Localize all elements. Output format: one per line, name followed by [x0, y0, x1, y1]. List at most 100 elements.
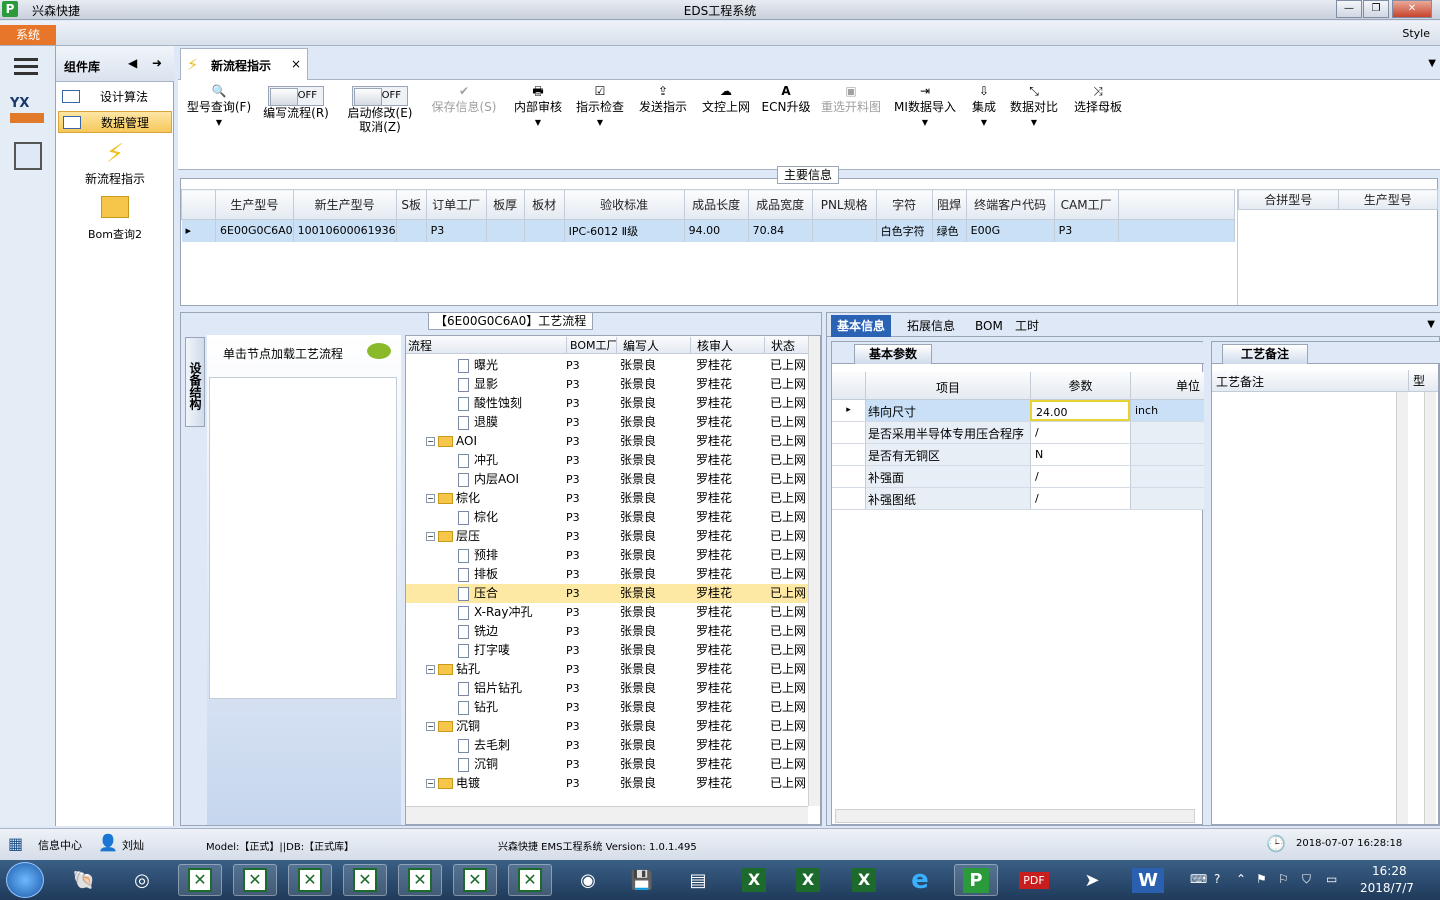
toggle-switch[interactable]: OFF [352, 86, 408, 106]
tray-help-icon[interactable]: ? [1214, 872, 1220, 886]
maximize-button[interactable]: ❐ [1363, 0, 1389, 18]
chevron-left-icon[interactable]: ◀ [128, 56, 137, 70]
param-value-field[interactable]: 24.00 [1030, 400, 1130, 421]
param-value-field[interactable]: / [1030, 466, 1130, 487]
ecn-upgrade-button[interactable]: A ECN升级 [760, 82, 812, 114]
column-header[interactable]: 合拼型号 [1238, 189, 1339, 210]
vertical-scrollbar[interactable] [1396, 392, 1408, 824]
tree-row[interactable]: − 层压 P3 张景良 罗桂花 已上网 [406, 527, 808, 546]
cell[interactable]: P3 [426, 219, 487, 242]
column-header[interactable]: CAM工厂 [1053, 189, 1119, 220]
close-button[interactable]: ✕ [1392, 0, 1432, 18]
cell[interactable] [486, 219, 525, 242]
excel-app-icon[interactable]: X [842, 864, 886, 896]
column-header[interactable]: 编写人 [616, 337, 659, 354]
messenger-icon[interactable]: ➤ [1070, 864, 1114, 896]
column-header[interactable]: 生产型号 [1337, 189, 1438, 210]
style-menu[interactable]: Style [1402, 27, 1430, 40]
tree-row[interactable]: 钻孔 P3 张景良 罗桂花 已上网 [406, 698, 808, 717]
collapse-icon[interactable]: − [426, 779, 435, 788]
data-compare-button[interactable]: ⤡ 数据对比 ▼ [1008, 82, 1060, 132]
column-header[interactable]: PNL规格 [811, 189, 877, 220]
tree-row[interactable]: X-Ray冲孔 P3 张景良 罗桂花 已上网 [406, 603, 808, 622]
tree-row[interactable]: 沉铜 P3 张景良 罗桂花 已上网 [406, 755, 808, 774]
edit-process-toggle[interactable]: OFF 编写流程(R) [260, 82, 332, 120]
tree-row[interactable]: − AOI P3 张景良 罗桂花 已上网 [406, 432, 808, 451]
column-header[interactable]: 工艺备注 [1216, 373, 1264, 390]
table-row[interactable]: ▸ 6E00G0C6A0 10010600061936 P3 IPC-6012 … [181, 219, 1236, 242]
excel-window-icon[interactable]: ✕ [233, 864, 277, 896]
collapse-icon[interactable]: − [426, 532, 435, 541]
vertical-scrollbar[interactable] [1424, 392, 1436, 824]
tree-row[interactable]: 去毛刺 P3 张景良 罗桂花 已上网 [406, 736, 808, 755]
launcher-new-process[interactable]: ⚡ 新流程指示 [70, 138, 160, 187]
tray-flag-icon[interactable]: ⚑ [1256, 872, 1267, 886]
param-row[interactable]: 是否有无铜区 N [832, 444, 1204, 466]
tree-row[interactable]: 曝光 P3 张景良 罗桂花 已上网 [406, 356, 808, 375]
tab-close-icon[interactable]: × [291, 57, 301, 71]
integrate-button[interactable]: ⇩ 集成 ▼ [966, 82, 1002, 132]
calculator-icon[interactable] [14, 142, 42, 170]
param-row[interactable]: 补强面 / [832, 466, 1204, 488]
param-value-field[interactable]: N [1030, 444, 1130, 465]
eds-app-icon[interactable]: P [954, 864, 998, 896]
tray-time[interactable]: 16:28 [1372, 864, 1407, 878]
column-header[interactable]: 字符 [875, 189, 933, 220]
excel-window-icon[interactable]: ✕ [178, 864, 222, 896]
tree-row[interactable]: 棕化 P3 张景良 罗桂花 已上网 [406, 508, 808, 527]
excel-window-icon[interactable]: ✕ [288, 864, 332, 896]
tree-row[interactable]: 显影 P3 张景良 罗桂花 已上网 [406, 375, 808, 394]
basic-params-title[interactable]: 基本参数 [854, 344, 932, 364]
select-motherboard-button[interactable]: ⤨ 选择母板 [1070, 82, 1126, 114]
column-header[interactable]: 阻焊 [931, 189, 967, 220]
media-app-icon[interactable]: ◎ [120, 864, 164, 896]
param-row[interactable]: ▸ 纬向尺寸 24.00 inch [832, 400, 1204, 422]
tree-row[interactable]: 铣边 P3 张景良 罗桂花 已上网 [406, 622, 808, 641]
system-menu-button[interactable]: 系统 [0, 25, 56, 45]
instruction-check-button[interactable]: ☑ 指示检查 ▼ [572, 82, 628, 132]
internet-explorer-icon[interactable]: e [898, 864, 942, 896]
excel-window-icon[interactable]: ✕ [453, 864, 497, 896]
column-header[interactable]: 项目 [936, 379, 960, 396]
param-value-field[interactable]: / [1030, 488, 1130, 509]
tree-row[interactable]: 铝片钻孔 P3 张景良 罗桂花 已上网 [406, 679, 808, 698]
tree-row[interactable]: 冲孔 P3 张景良 罗桂花 已上网 [406, 451, 808, 470]
tray-monitor-icon[interactable]: ▭ [1326, 872, 1337, 886]
process-notes-title[interactable]: 工艺备注 [1222, 344, 1308, 364]
model-query-button[interactable]: 🔍 型号查询(F) ▼ [184, 82, 254, 132]
mi-data-import-button[interactable]: ⇥ MI数据导入 ▼ [892, 82, 958, 132]
chevron-down-icon[interactable]: ▼ [1427, 319, 1435, 330]
tree-row[interactable]: 预排 P3 张景良 罗桂花 已上网 [406, 546, 808, 565]
reselect-cut-drawing-button[interactable]: ▣ 重选开料图 [818, 82, 884, 114]
start-button[interactable] [6, 862, 44, 898]
tray-keyboard-icon[interactable]: ⌨ [1190, 872, 1207, 886]
tree-row[interactable]: 退膜 P3 张景良 罗桂花 已上网 [406, 413, 808, 432]
tab-basic-info[interactable]: 基本信息 [831, 315, 892, 337]
tree-row[interactable]: − 棕化 P3 张景良 罗桂花 已上网 [406, 489, 808, 508]
cell[interactable]: 绿色 [932, 219, 967, 242]
column-header[interactable]: 终端客户代码 [965, 189, 1055, 220]
param-row[interactable]: 是否采用半导体专用压合程序 / [832, 422, 1204, 444]
tree-row[interactable]: − 沉铜 P3 张景良 罗桂花 已上网 [406, 717, 808, 736]
column-header[interactable]: 验收标准 [563, 189, 685, 220]
minimize-button[interactable]: — [1336, 0, 1362, 18]
collapse-icon[interactable]: − [426, 494, 435, 503]
cell[interactable]: 6E00G0C6A0 [215, 219, 294, 242]
column-header[interactable]: 参数 [1030, 372, 1130, 400]
column-header[interactable]: 新生产型号 [292, 189, 397, 220]
cell[interactable]: 10010600061936 [293, 219, 397, 242]
column-header[interactable]: 核审人 [690, 337, 733, 354]
save-info-button[interactable]: ✔ 保存信息(S) [428, 82, 500, 114]
tree-row[interactable]: 酸性蚀刻 P3 张景良 罗桂花 已上网 [406, 394, 808, 413]
collapse-icon[interactable]: − [426, 437, 435, 446]
tab-new-process[interactable]: ⚡ 新流程指示 × [180, 48, 308, 80]
tray-shield-icon[interactable]: ⛉ [1302, 872, 1311, 887]
info-center-link[interactable]: 信息中心 [38, 837, 82, 853]
cell[interactable]: E00G [966, 219, 1055, 242]
doc-control-online-button[interactable]: ☁ 文控上网 [698, 82, 754, 114]
tree-row[interactable]: − 钻孔 P3 张景良 罗桂花 已上网 [406, 660, 808, 679]
tab-device-structure[interactable]: 设备结构 [185, 337, 205, 427]
column-header[interactable]: 流程 [408, 337, 432, 354]
excel-app-icon[interactable]: X [786, 864, 830, 896]
param-value-field[interactable]: / [1030, 422, 1130, 443]
